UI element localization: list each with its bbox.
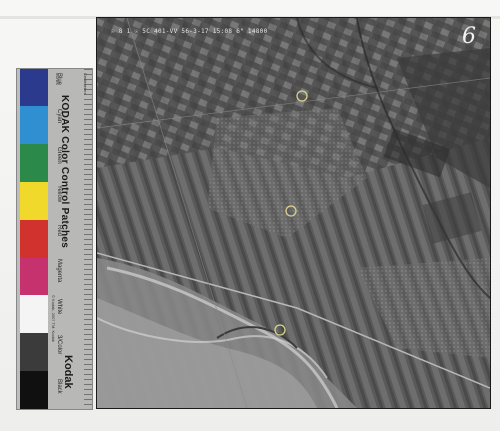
photo-header-text: ☉ 8 1 ☉ 5C 401-VV 56-3-17 15:08 6" 14800 [111,28,268,35]
patch-label-blue: Blue [56,73,62,86]
patch-white [20,295,48,333]
patch-label-yellow: Yellow [56,185,62,203]
patch-3color [20,333,48,371]
ruler: Centimeters Inches KODAK Color Control P… [48,69,92,409]
patch-black [20,371,48,409]
patch-green [20,144,48,182]
patch-yellow [20,182,48,220]
patch-red [20,220,48,258]
kodak-color-control-strip: Centimeters Inches KODAK Color Control P… [17,69,92,409]
frame-number: 6 [462,24,476,49]
kodak-logo: Kodak [62,355,74,389]
copyright-text: © Kodak, 2007 TM: Kodak [51,295,56,342]
patch-label-magenta: Magenta [56,259,62,283]
patch-label-green: Green [56,147,62,164]
color-patches [20,69,48,409]
patch-label-red: Red [56,225,62,237]
patch-magenta [20,258,48,295]
aerial-photograph: ☉ 8 1 ☉ 5C 401-VV 56-3-17 15:08 6" 14800… [97,18,490,408]
aerial-terrain [97,18,490,408]
ruler-ticks [84,69,92,409]
patch-label-cyan: Cyan [56,109,62,124]
patch-cyan [20,106,48,144]
centimeters-label: Centimeters [83,73,88,95]
patch-blue [20,69,48,106]
patch-label-3color: 3/Color [56,335,62,355]
patch-label-white: White [56,299,62,315]
